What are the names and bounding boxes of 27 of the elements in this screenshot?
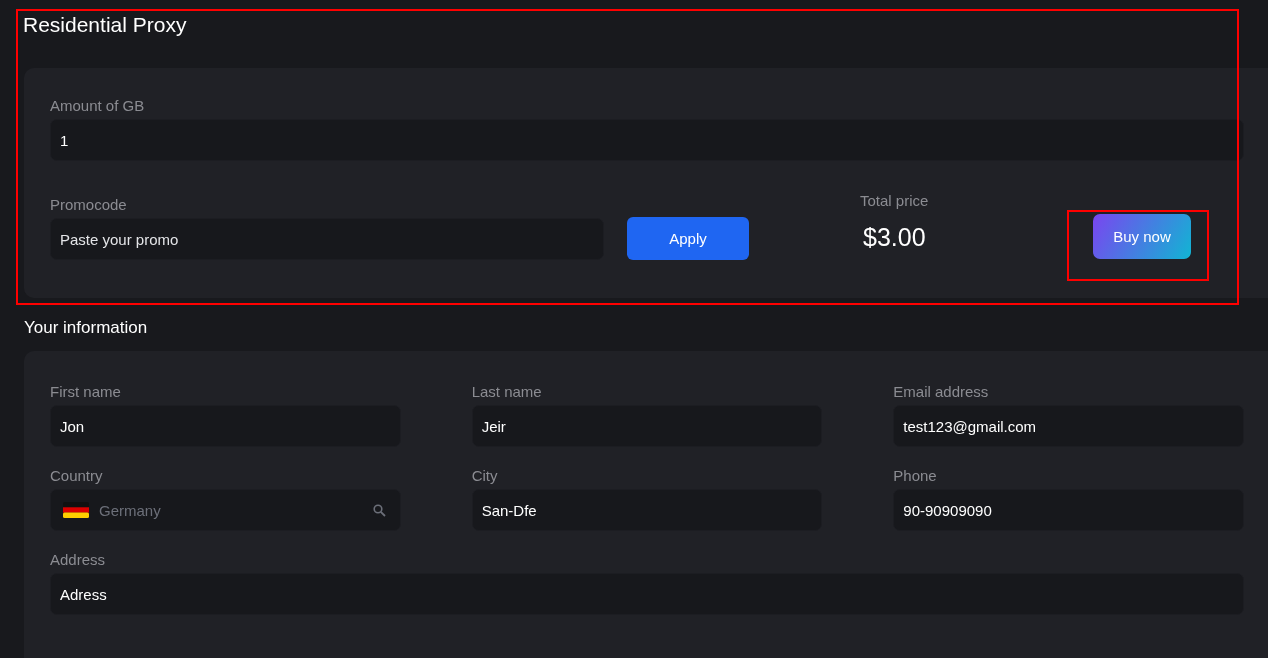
total-price: $3.00	[863, 222, 926, 252]
field-label: Promocode	[50, 196, 127, 214]
input-field[interactable]: Adress	[50, 573, 1244, 615]
field-label: Amount of GB	[50, 97, 145, 115]
input-field[interactable]: test123@gmail.com	[893, 405, 1244, 447]
input-field[interactable]: 1	[50, 119, 1244, 161]
field-label: Phone	[893, 467, 937, 485]
section-title: Your information	[24, 318, 148, 338]
input-field[interactable]: 90-90909090	[893, 489, 1244, 531]
field-label: Country	[50, 467, 103, 485]
input-field[interactable]: San-Dfe	[471, 489, 823, 531]
field-label: City	[471, 467, 498, 485]
input-field[interactable]: Paste your promo	[50, 218, 604, 260]
input-field[interactable]: Jeir	[471, 405, 823, 447]
page-title: Residential Proxy	[23, 12, 187, 38]
search-icon	[372, 503, 386, 517]
field-label: Email address	[893, 383, 989, 401]
country-input[interactable]: Germany	[99, 501, 363, 519]
total-price-label: Total price	[860, 192, 929, 210]
input-field[interactable]: Jon	[50, 405, 401, 447]
buy-now-button[interactable]: Buy now	[1093, 214, 1191, 259]
flag-icon	[63, 502, 89, 518]
country-select[interactable]: Germany	[50, 489, 401, 531]
field-label: Last name	[471, 383, 542, 401]
apply-button[interactable]: Apply	[627, 217, 749, 260]
field-label: Address	[50, 551, 106, 569]
field-label: First name	[50, 383, 121, 401]
